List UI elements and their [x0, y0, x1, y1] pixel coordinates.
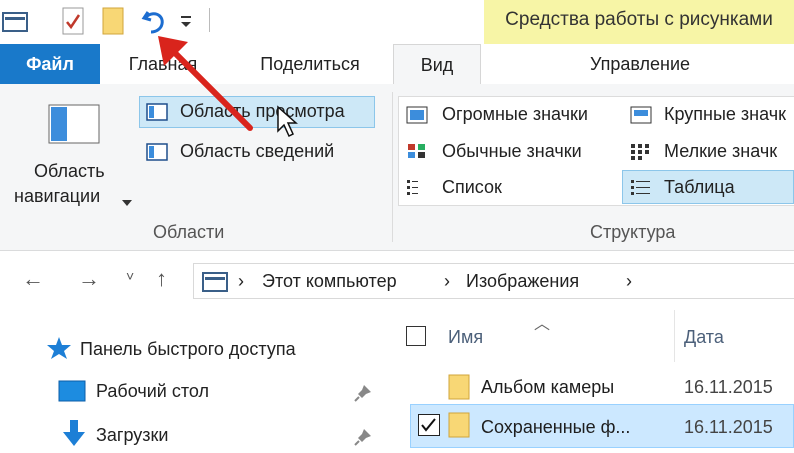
column-header-name[interactable]: Имя [448, 327, 483, 348]
details-option-label: Таблица [664, 177, 735, 197]
medium-icons-icon [406, 142, 426, 160]
sort-chevron-up-icon: ︿ [534, 316, 551, 333]
breadcrumb-separator[interactable]: › [626, 271, 632, 292]
column-header-date[interactable]: Дата [684, 327, 724, 348]
file-list-header: ︿ Имя Дата [392, 310, 794, 362]
contextual-tab-title: Средства работы с рисунками [505, 9, 773, 30]
this-pc-icon [202, 272, 228, 297]
mouse-cursor-icon [276, 105, 302, 144]
column-divider[interactable] [674, 310, 675, 362]
file-name: Сохраненные ф... [481, 417, 631, 437]
pin-icon[interactable] [354, 384, 372, 407]
folder-icon [448, 412, 470, 438]
navigation-pane-label-line2: навигации [14, 186, 101, 206]
tab-share[interactable]: Поделиться [250, 44, 370, 84]
ribbon-tabs: Файл Главная Поделиться Вид Управление [0, 44, 794, 85]
navigation-pane-icon [48, 104, 100, 149]
group-divider [392, 92, 393, 242]
small-icons-option[interactable]: Мелкие значк [664, 141, 777, 162]
breadcrumb-separator: › [238, 271, 244, 291]
nav-item-desktop[interactable]: Рабочий стол [96, 381, 209, 402]
panes-group-label: Области [153, 222, 225, 242]
navigation-pane-button[interactable]: Область навигации [8, 98, 132, 218]
new-folder-icon[interactable] [102, 7, 124, 40]
layout-group-label: Структура [590, 222, 676, 242]
nav-pane: Панель быстрого доступа Рабочий стол Заг… [0, 304, 392, 448]
file-date: 16.11.2015 [684, 377, 773, 397]
contextual-tab-header: Средства работы с рисунками [484, 0, 794, 44]
details-pane-label[interactable]: Область сведений [180, 141, 334, 162]
medium-icons-option[interactable]: Обычные значки [442, 141, 582, 162]
chevron-down-icon [122, 194, 132, 212]
navigation-pane-label-line1: Область [34, 161, 105, 181]
tab-file[interactable]: Файл [0, 44, 100, 84]
downloads-icon [62, 420, 86, 453]
folder-icon [448, 374, 470, 400]
small-icons-icon [630, 142, 650, 160]
extra-large-icons-option[interactable]: Огромные значки [442, 104, 588, 125]
breadcrumb-this-pc[interactable]: Этот компьютер [262, 271, 397, 292]
list-option[interactable]: Список [442, 177, 502, 198]
extra-large-icons-icon [406, 106, 428, 124]
details-view-icon [630, 178, 650, 196]
details-pane-icon [146, 143, 168, 161]
file-name: Альбом камеры [481, 377, 615, 397]
list-icon [406, 178, 426, 196]
nav-item-quick-access[interactable]: Панель быстрого доступа [80, 339, 296, 360]
nav-item-downloads[interactable]: Загрузки [96, 425, 168, 446]
properties-icon[interactable] [62, 7, 84, 40]
address-bar[interactable]: › Этот компьютер › Изображения › [193, 263, 794, 299]
file-date: 16.11.2015 [684, 417, 773, 437]
select-all-checkbox[interactable] [406, 326, 426, 346]
back-arrow-icon[interactable]: ← [22, 266, 44, 292]
tab-manage[interactable]: Управление [560, 44, 720, 84]
window-icon[interactable] [2, 12, 28, 37]
annotation-arrow [150, 28, 260, 143]
breadcrumb-pictures[interactable]: Изображения [466, 271, 579, 292]
star-icon [46, 336, 72, 365]
large-icons-option[interactable]: Крупные значк [664, 104, 786, 125]
row-checkbox-checked[interactable] [418, 414, 440, 436]
recent-locations-chevron-icon[interactable]: ˅ [126, 268, 134, 284]
ribbon-view-panel: Область навигации Область просмотра Обла… [0, 84, 794, 251]
large-icons-icon [630, 106, 652, 124]
tab-view[interactable]: Вид [393, 44, 481, 85]
up-arrow-icon[interactable]: ↑ [156, 266, 167, 292]
forward-arrow-icon[interactable]: → [78, 266, 100, 292]
breadcrumb-separator: › [444, 271, 450, 291]
desktop-icon [58, 380, 86, 407]
